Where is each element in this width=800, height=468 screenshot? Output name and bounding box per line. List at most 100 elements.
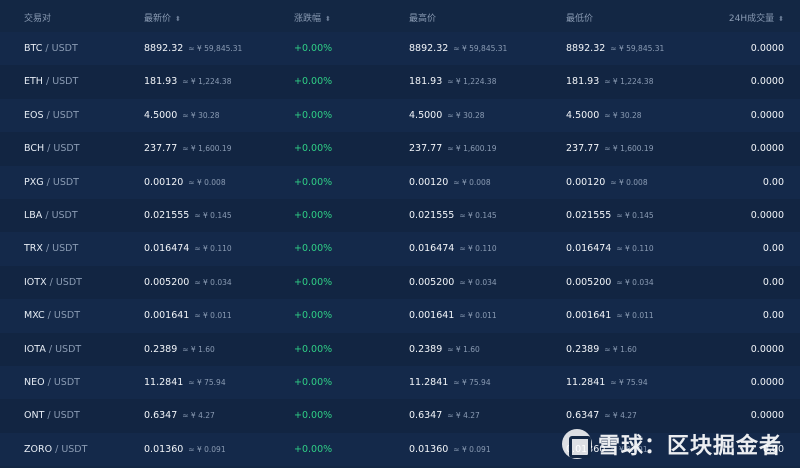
low-price-cny: ≈ ¥ 0.034 bbox=[616, 277, 654, 287]
low-price-cell: 11.2841 ≈ ¥ 75.94 bbox=[566, 377, 648, 388]
table-row[interactable]: BCH / USDT 237.77 ≈ ¥ 1,600.19 +0.00% 237.77… bbox=[0, 132, 800, 166]
header-last-price-label: 最新价 bbox=[144, 14, 172, 24]
sort-icon[interactable]: ⬍ bbox=[175, 15, 181, 23]
high-price: 0.00120 bbox=[409, 176, 449, 188]
table-row[interactable]: TRX / USDT 0.016474 ≈ ¥ 0.110 +0.00% 0.01647… bbox=[0, 232, 800, 266]
change-percent: +0.00% bbox=[294, 376, 333, 388]
table-row[interactable]: ETH / USDT 181.93 ≈ ¥ 1,224.38 +0.00% 181.93… bbox=[0, 65, 800, 99]
pair-separator: / bbox=[43, 109, 53, 121]
pair-cell: EOS / USDT bbox=[24, 110, 79, 121]
change-percent: +0.00% bbox=[294, 176, 333, 188]
volume-24h: 0.0000 bbox=[750, 143, 784, 155]
high-price-cny: ≈ ¥ 59,845.31 bbox=[453, 44, 508, 53]
change-percent: +0.00% bbox=[294, 109, 333, 121]
low-price: 0.016474 bbox=[566, 243, 612, 255]
last-price-cell: 0.01360 ≈ ¥ 0.091 bbox=[144, 444, 226, 455]
change-percent: +0.00% bbox=[294, 276, 333, 288]
table-row[interactable]: BTC / USDT 8892.32 ≈ ¥ 59,845.31 +0.00% 8892… bbox=[0, 32, 800, 66]
last-price-cell: 4.5000 ≈ ¥ 30.28 bbox=[144, 110, 220, 121]
base-symbol: NEO bbox=[24, 376, 45, 388]
change-percent: +0.00% bbox=[294, 243, 333, 255]
last-price: 0.6347 bbox=[144, 410, 178, 422]
last-price-cny: ≈ ¥ 0.145 bbox=[194, 210, 232, 220]
volume-24h: 0.00 bbox=[762, 243, 784, 255]
high-price-cny: ≈ ¥ 0.110 bbox=[459, 244, 497, 254]
last-price-cell: 181.93 ≈ ¥ 1,224.38 bbox=[144, 76, 231, 87]
table-row[interactable]: PXG / USDT 0.00120 ≈ ¥ 0.008 +0.00% 0.00120 ≈… bbox=[0, 165, 800, 199]
low-price: 0.2389 bbox=[566, 343, 600, 355]
table-row[interactable]: IOTX / USDT 0.005200 ≈ ¥ 0.034 +0.00% 0.0052… bbox=[0, 265, 800, 300]
low-price-cny: ≈ ¥ 4.27 bbox=[604, 411, 637, 421]
last-price-cny: ≈ ¥ 0.091 bbox=[188, 444, 226, 454]
high-price-cny: ≈ ¥ 75.94 bbox=[453, 377, 491, 387]
table-row[interactable]: NEO / USDT 11.2841 ≈ ¥ 75.94 +0.00% 11.2841 ≈… bbox=[0, 365, 800, 400]
sort-icon[interactable]: ⬍ bbox=[778, 15, 784, 23]
quote-symbol: USDT bbox=[55, 276, 82, 288]
base-symbol: TRX bbox=[24, 243, 43, 255]
high-price-cny: ≈ ¥ 30.28 bbox=[447, 110, 485, 120]
quote-symbol: USDT bbox=[53, 410, 80, 422]
low-price: 0.00120 bbox=[566, 176, 606, 188]
high-price: 0.021555 bbox=[409, 209, 455, 221]
low-price-cny: ≈ ¥ 0.145 bbox=[616, 210, 654, 220]
pair-separator: / bbox=[42, 243, 53, 255]
last-price-cny: ≈ ¥ 0.008 bbox=[188, 177, 226, 187]
pair-separator: / bbox=[42, 209, 52, 221]
high-price: 0.005200 bbox=[409, 276, 455, 288]
low-price-cell: 0.021555 ≈ ¥ 0.145 bbox=[566, 210, 654, 221]
table-row[interactable]: EOS / USDT 4.5000 ≈ ¥ 30.28 +0.00% 4.5000 ≈ ¥… bbox=[0, 98, 800, 133]
last-price-cell: 0.001641 ≈ ¥ 0.011 bbox=[144, 310, 232, 321]
last-price-cell: 11.2841 ≈ ¥ 75.94 bbox=[144, 377, 226, 388]
quote-symbol: USDT bbox=[51, 43, 78, 54]
header-change[interactable]: 涨跌幅 ⬍ bbox=[294, 11, 331, 24]
low-price-cny: ≈ ¥ 1.60 bbox=[604, 344, 637, 354]
table-row[interactable]: MXC / USDT 0.001641 ≈ ¥ 0.011 +0.00% 0.00164… bbox=[0, 299, 800, 333]
sort-icon[interactable]: ⬍ bbox=[325, 15, 331, 23]
quote-symbol: USDT bbox=[52, 176, 79, 188]
quote-symbol: USDT bbox=[52, 76, 79, 88]
pair-separator: / bbox=[42, 76, 53, 88]
header-change-label: 涨跌幅 bbox=[294, 14, 322, 24]
last-price: 181.93 bbox=[144, 76, 178, 88]
header-high: 最高价 bbox=[409, 14, 437, 24]
base-symbol: IOTX bbox=[24, 276, 47, 288]
low-price-cny: ≈ ¥ 0.011 bbox=[616, 311, 654, 321]
high-price-cell: 0.016474 ≈ ¥ 0.110 bbox=[409, 243, 497, 254]
header-last-price[interactable]: 最新价 ⬍ bbox=[144, 11, 181, 24]
last-price-cny: ≈ ¥ 1,224.38 bbox=[182, 77, 232, 87]
table-row[interactable]: IOTA / USDT 0.2389 ≈ ¥ 1.60 +0.00% 0.2389 ≈ ¥… bbox=[0, 332, 800, 366]
low-price: 11.2841 bbox=[566, 376, 606, 388]
low-price-cell: 0.016474 ≈ ¥ 0.110 bbox=[566, 243, 654, 254]
low-price: 0.005200 bbox=[566, 276, 612, 288]
last-price-cell: 8892.32 ≈ ¥ 59,845.31 bbox=[144, 43, 242, 54]
low-price-cell: 0.001641 ≈ ¥ 0.011 bbox=[566, 310, 654, 321]
table-header: 交易对 最新价 ⬍ 涨跌幅 ⬍ 最高价 最低价 24H成交量 ⬍ bbox=[0, 0, 800, 32]
snowball-logo-icon bbox=[561, 429, 592, 459]
change-percent: +0.00% bbox=[294, 410, 333, 422]
header-volume-label: 24H成交量 bbox=[728, 14, 775, 24]
quote-symbol: USDT bbox=[61, 443, 88, 455]
high-price-cny: ≈ ¥ 0.091 bbox=[453, 444, 491, 454]
last-price: 0.021555 bbox=[144, 209, 190, 221]
low-price-cny: ≈ ¥ 0.110 bbox=[616, 244, 654, 254]
pair-separator: / bbox=[43, 176, 53, 188]
header-volume[interactable]: 24H成交量 ⬍ bbox=[729, 11, 784, 24]
base-symbol: ETH bbox=[24, 76, 43, 88]
quote-symbol: USDT bbox=[53, 143, 80, 155]
last-price-cell: 0.016474 ≈ ¥ 0.110 bbox=[144, 243, 232, 254]
volume-24h: 0.0000 bbox=[750, 109, 784, 121]
low-price: 4.5000 bbox=[566, 109, 600, 121]
quote-symbol: USDT bbox=[53, 310, 81, 322]
last-price-cny: ≈ ¥ 0.011 bbox=[194, 311, 232, 321]
pair-separator: / bbox=[44, 410, 54, 422]
table-body: BTC / USDT 8892.32 ≈ ¥ 59,845.31 +0.00% 8892… bbox=[0, 32, 800, 467]
high-price-cell: 11.2841 ≈ ¥ 75.94 bbox=[409, 377, 491, 388]
high-price-cell: 0.6347 ≈ ¥ 4.27 bbox=[409, 410, 480, 421]
low-price-cny: ≈ ¥ 1,224.38 bbox=[604, 77, 654, 87]
pair-cell: ONT / USDT bbox=[24, 410, 80, 421]
high-price-cny: ≈ ¥ 0.145 bbox=[459, 210, 497, 220]
low-price: 8892.32 bbox=[566, 43, 606, 54]
volume-24h: 0.0000 bbox=[750, 410, 784, 422]
table-row[interactable]: LBA / USDT 0.021555 ≈ ¥ 0.145 +0.00% 0.02155… bbox=[0, 198, 800, 233]
last-price: 0.005200 bbox=[144, 276, 190, 288]
